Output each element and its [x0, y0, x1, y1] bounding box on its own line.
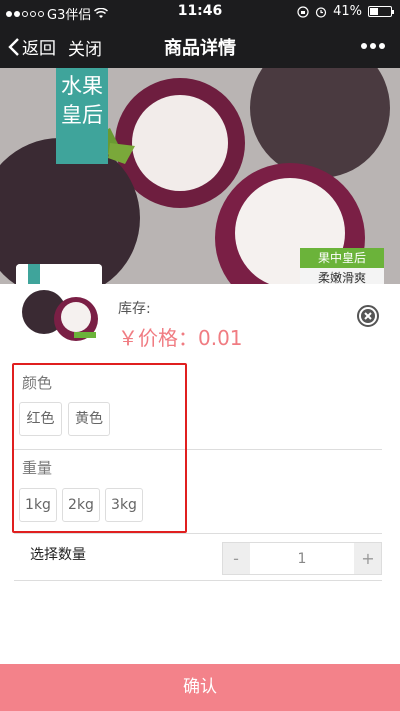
product-thumbnail: [16, 264, 102, 350]
lock-rotation-icon: [297, 5, 309, 18]
status-right: 41%: [297, 4, 394, 19]
quantity-divider-bottom: [14, 580, 382, 581]
more-dots-icon[interactable]: [360, 36, 386, 56]
hero-tag-top: 果中皇后: [300, 248, 384, 268]
alarm-icon: [315, 6, 327, 18]
close-circle-icon[interactable]: [356, 304, 380, 328]
options-divider: [14, 449, 382, 450]
back-chevron-icon: [8, 37, 19, 56]
confirm-button[interactable]: 确认: [0, 664, 400, 711]
battery-percent: 41%: [333, 4, 362, 19]
page-title: 商品详情: [164, 38, 236, 59]
weight-group-label: 重量: [22, 459, 53, 477]
thumbnail-image: [16, 264, 102, 350]
quantity-plus-button[interactable]: +: [355, 543, 381, 574]
close-page-button[interactable]: 关闭: [68, 35, 102, 60]
color-option-red[interactable]: 红色: [19, 402, 62, 436]
stock-label: 库存:: [118, 301, 151, 317]
nav-bar: 返回 关闭 商品详情: [0, 24, 400, 68]
quantity-divider-top: [14, 533, 382, 534]
status-bar: G3伴侣 11:46 41%: [0, 0, 400, 24]
color-group-label: 颜色: [22, 374, 53, 392]
hero-banner-text: 水果皇后: [61, 74, 103, 127]
weight-option-2kg[interactable]: 2kg: [62, 488, 100, 522]
color-option-yellow[interactable]: 黄色: [68, 402, 110, 436]
weight-option-3kg[interactable]: 3kg: [105, 488, 143, 522]
weight-option-1kg[interactable]: 1kg: [19, 488, 57, 522]
quantity-input[interactable]: [250, 543, 354, 574]
quantity-minus-button[interactable]: -: [223, 543, 249, 574]
quantity-stepper: - +: [222, 542, 382, 575]
price-label: ￥价格：0.01: [118, 326, 243, 350]
back-label: 返回: [22, 39, 56, 59]
battery-icon: [368, 6, 394, 17]
back-button[interactable]: 返回: [8, 34, 56, 59]
quantity-label: 选择数量: [30, 547, 86, 563]
